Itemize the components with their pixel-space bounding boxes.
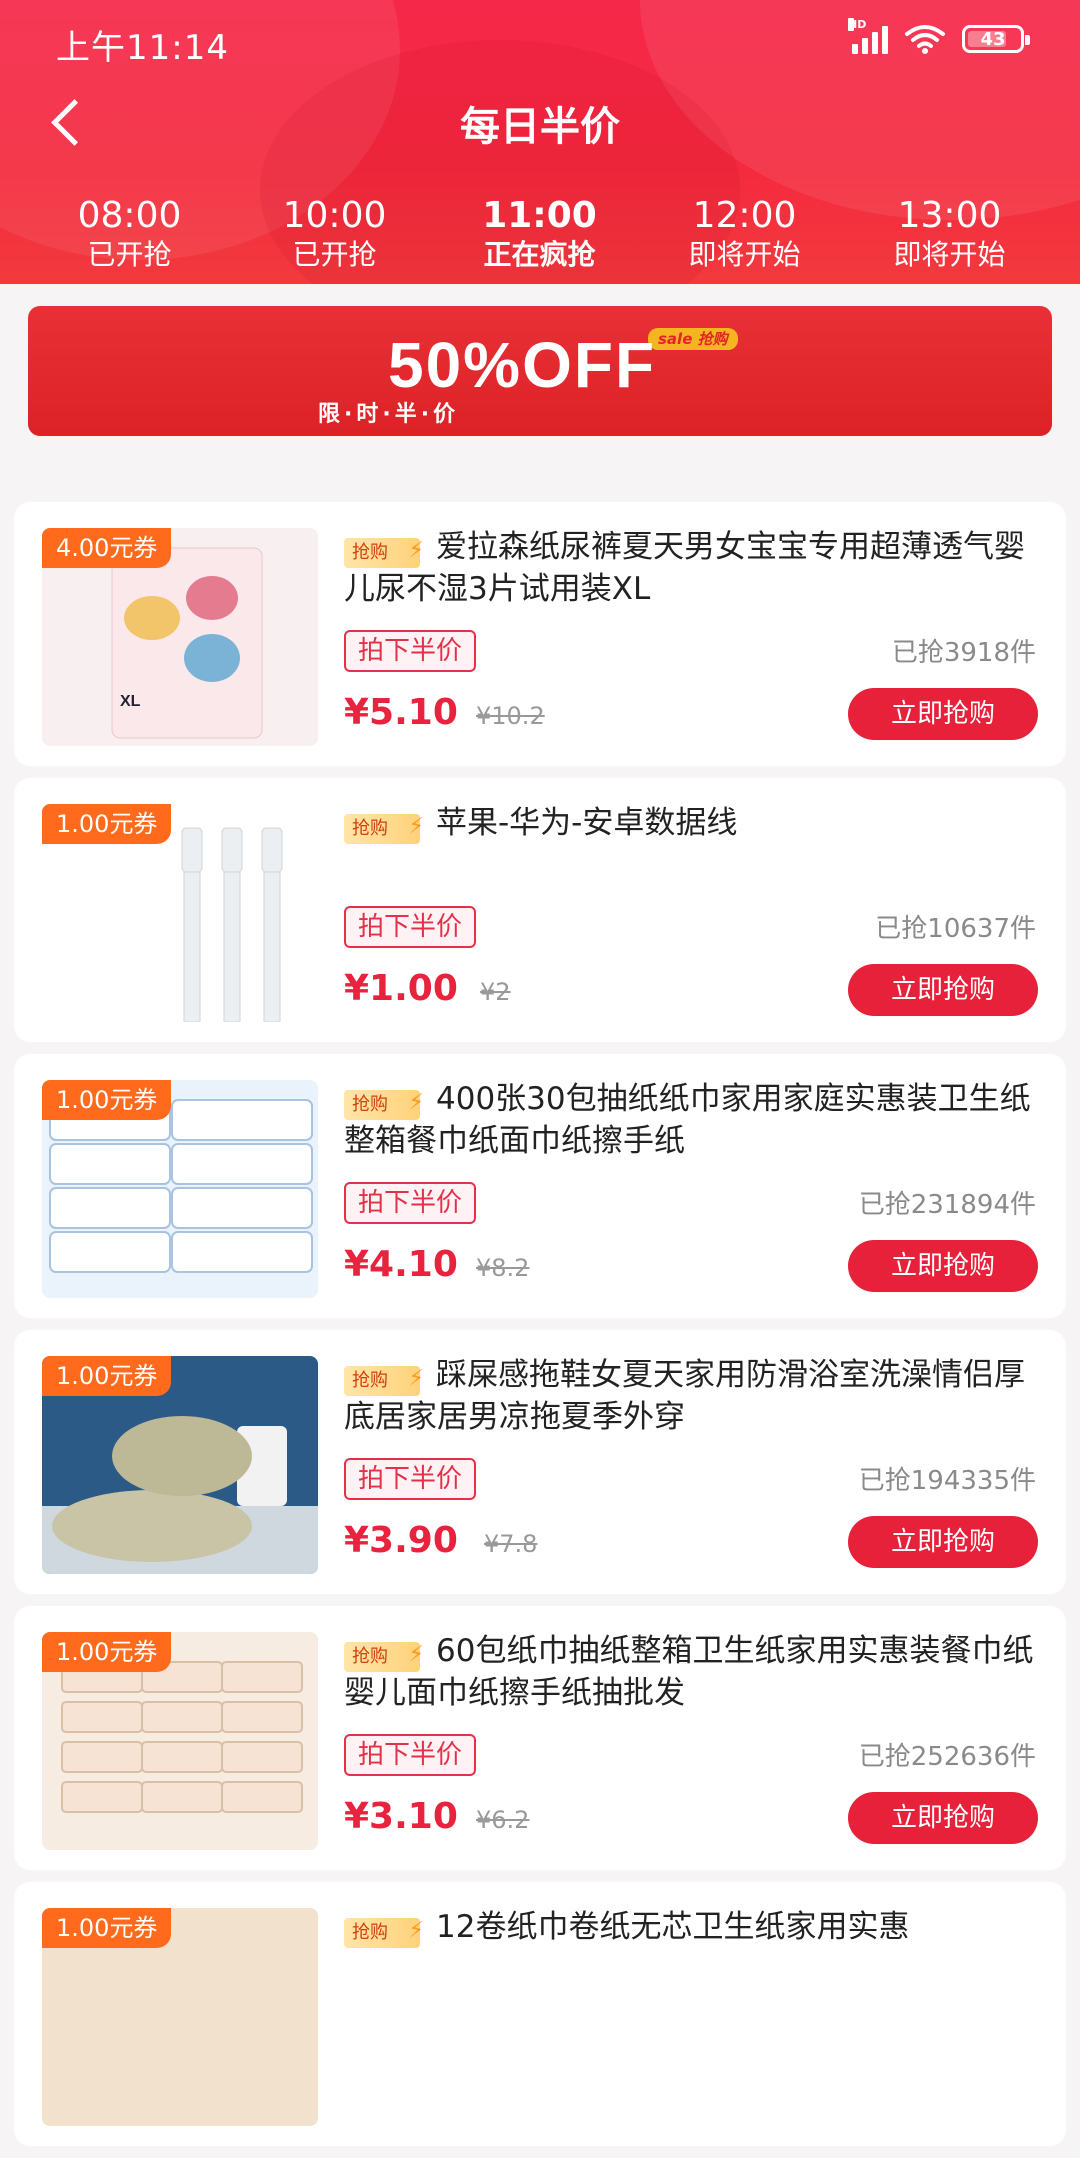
coupon-badge: 1.00元券 (42, 804, 172, 844)
sold-count: 已抢252636件 (858, 1742, 1036, 1772)
svg-text:XL: XL (120, 693, 141, 710)
status-bar: 上午11:14 HD 43 (0, 0, 1080, 80)
original-price: ¥8.2 (476, 1254, 530, 1282)
network-type: HD (848, 18, 867, 31)
buy-now-button[interactable]: 立即抢购 (848, 1792, 1038, 1844)
buy-now-button[interactable]: 立即抢购 (848, 1516, 1038, 1568)
wifi-icon (905, 25, 945, 54)
original-price: ¥7.8 (484, 1530, 538, 1558)
time-slot-0800[interactable]: 08:00 已开抢 (27, 196, 232, 276)
half-price-tag: 拍下半价 (344, 630, 477, 672)
half-price-tag: 拍下半价 (344, 906, 477, 948)
sale-price: ¥1.00 (344, 968, 458, 1009)
product-card[interactable]: 1.00元券 抢购 苹果-华为-安卓数据线 拍下半价 已抢10637件 ¥1.0… (14, 778, 1066, 1042)
header: 上午11:14 HD 43 每日半价 08:00 已开抢 10:00 已开抢 1… (0, 0, 1080, 284)
sale-price: ¥3.10 (344, 1796, 458, 1837)
sale-price: ¥5.10 (344, 692, 458, 733)
half-price-tag: 拍下半价 (344, 1458, 477, 1500)
slot-status: 即将开始 (688, 238, 801, 271)
product-title[interactable]: 12卷纸巾卷纸无芯卫生纸家用实惠 (344, 1906, 1044, 1948)
slot-time: 10:00 (282, 195, 387, 236)
coupon-badge: 1.00元券 (42, 1356, 172, 1396)
nav-bar: 每日半价 (0, 86, 1080, 156)
coupon-badge: 1.00元券 (42, 1632, 172, 1672)
coupon-badge: 1.00元券 (42, 1908, 172, 1948)
product-card[interactable]: XL 4.00元券 抢购 爱拉森纸尿裤夏天男女宝宝专用超薄透气婴儿尿不湿3片试用… (14, 502, 1066, 766)
product-title[interactable]: 400张30包抽纸纸巾家用家庭实惠装卫生纸整箱餐巾纸面巾纸擦手纸 (344, 1078, 1044, 1162)
slot-status: 已开抢 (292, 238, 377, 271)
status-time: 上午11:14 (56, 28, 229, 68)
buy-now-button[interactable]: 立即抢购 (848, 688, 1038, 740)
product-card[interactable]: 1.00元券 抢购 60包纸巾抽纸整箱卫生纸家用实惠装餐巾纸婴儿面巾纸擦手纸抽批… (14, 1606, 1066, 1870)
slot-time: 12:00 (692, 195, 797, 236)
slot-time: 13:00 (897, 195, 1002, 236)
slot-status: 正在疯抢 (483, 238, 596, 271)
time-slot-tabs: 08:00 已开抢 10:00 已开抢 11:00 正在疯抢 12:00 即将开… (0, 196, 1080, 276)
product-title[interactable]: 踩屎感拖鞋女夏天家用防滑浴室洗澡情侣厚底居家居男凉拖夏季外穿 (344, 1354, 1044, 1438)
battery-icon: 43 (962, 25, 1030, 53)
slot-time: 08:00 (77, 195, 182, 236)
slot-time: 11:00 (482, 195, 597, 236)
buy-now-button[interactable]: 立即抢购 (848, 964, 1038, 1016)
buy-now-button[interactable]: 立即抢购 (848, 1240, 1038, 1292)
sale-price: ¥4.10 (344, 1244, 458, 1285)
signal-icon: HD (848, 18, 888, 54)
sold-count: 已抢3918件 (891, 638, 1036, 668)
product-title[interactable]: 爱拉森纸尿裤夏天男女宝宝专用超薄透气婴儿尿不湿3片试用装XL (344, 526, 1044, 610)
sold-count: 已抢231894件 (858, 1190, 1036, 1220)
original-price: ¥2 (480, 978, 511, 1006)
sale-price: ¥3.90 (344, 1520, 458, 1561)
sold-count: 已抢194335件 (858, 1466, 1036, 1496)
half-price-tag: 拍下半价 (344, 1182, 477, 1224)
time-slot-1000[interactable]: 10:00 已开抢 (232, 196, 437, 276)
product-card[interactable]: 1.00元券 抢购 踩屎感拖鞋女夏天家用防滑浴室洗澡情侣厚底居家居男凉拖夏季外穿… (14, 1330, 1066, 1594)
original-price: ¥10.2 (476, 702, 545, 730)
product-title[interactable]: 苹果-华为-安卓数据线 (344, 802, 1044, 844)
page-title: 每日半价 (460, 104, 620, 150)
coupon-badge: 1.00元券 (42, 1080, 172, 1120)
time-slot-1300[interactable]: 13:00 即将开始 (847, 196, 1052, 276)
battery-level: 43 (980, 28, 1006, 50)
time-slot-1100[interactable]: 11:00 正在疯抢 (437, 196, 642, 276)
slot-status: 即将开始 (893, 238, 1006, 271)
promo-banner[interactable]: sale 抢购 50%OFF 限·时·半·价 (28, 306, 1052, 436)
banner-subline: 限·时·半·价 (318, 402, 460, 427)
coupon-badge: 4.00元券 (42, 528, 172, 568)
product-title[interactable]: 60包纸巾抽纸整箱卫生纸家用实惠装餐巾纸婴儿面巾纸擦手纸抽批发 (344, 1630, 1044, 1714)
banner-headline: 50%OFF (387, 329, 657, 401)
product-card[interactable]: 1.00元券 抢购 12卷纸巾卷纸无芯卫生纸家用实惠 (14, 1882, 1066, 2146)
product-list: XL 4.00元券 抢购 爱拉森纸尿裤夏天男女宝宝专用超薄透气婴儿尿不湿3片试用… (14, 502, 1066, 2158)
original-price: ¥6.2 (476, 1806, 530, 1834)
sold-count: 已抢10637件 (875, 914, 1036, 944)
slot-status: 已开抢 (87, 238, 172, 271)
time-slot-1200[interactable]: 12:00 即将开始 (642, 196, 847, 276)
product-card[interactable]: 1.00元券 抢购 400张30包抽纸纸巾家用家庭实惠装卫生纸整箱餐巾纸面巾纸擦… (14, 1054, 1066, 1318)
status-icons: HD 43 (848, 18, 1030, 54)
half-price-tag: 拍下半价 (344, 1734, 477, 1776)
